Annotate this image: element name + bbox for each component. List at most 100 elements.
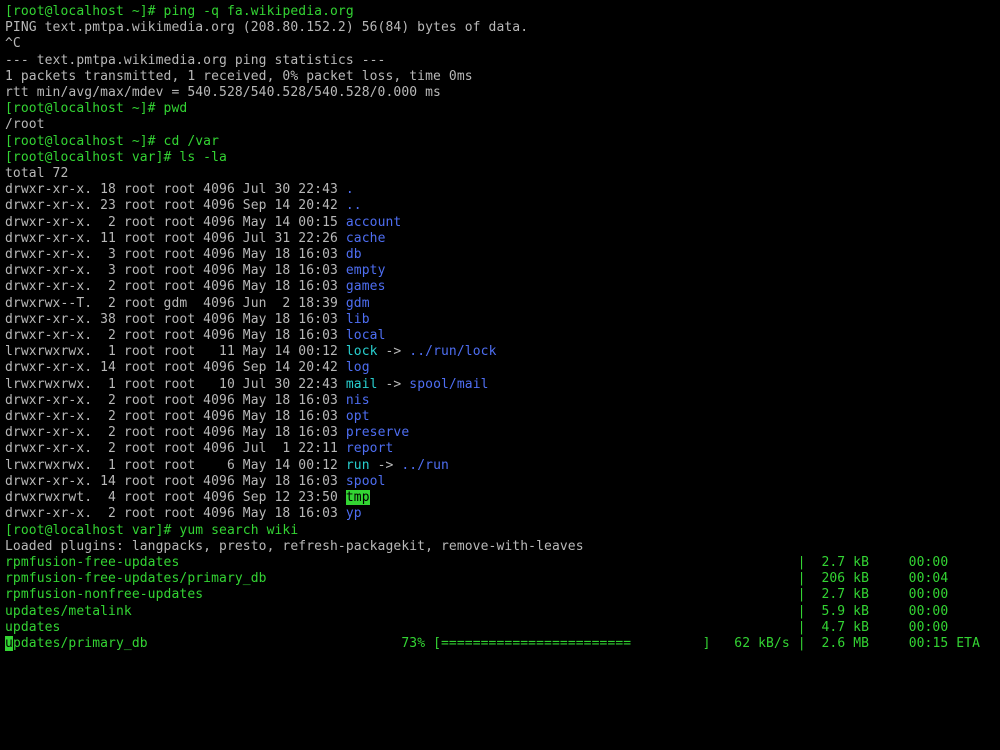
- ls-entry: drwxr-xr-x. 3 root root 4096 May 18 16:0…: [5, 247, 995, 263]
- link-target: ../run: [401, 458, 449, 473]
- ls-meta: drwxr-xr-x. 2 root root 4096 Jul 1 22:11: [5, 441, 346, 456]
- command-line: [root@localhost ~]# cd /var: [5, 134, 995, 150]
- dir-name: games: [346, 279, 386, 294]
- dir-name: log: [346, 360, 370, 375]
- command-line: [root@localhost var]# ls -la: [5, 150, 995, 166]
- dir-name: account: [346, 215, 402, 230]
- ls-entry: drwxr-xr-x. 2 root root 4096 May 18 16:0…: [5, 409, 995, 425]
- ls-meta: drwxr-xr-x. 3 root root 4096 May 18 16:0…: [5, 247, 346, 262]
- dir-name-sticky: tmp: [346, 490, 370, 505]
- ls-entry: drwxr-xr-x. 2 root root 4096 May 18 16:0…: [5, 393, 995, 409]
- cmd-ls[interactable]: ls -la: [179, 150, 227, 165]
- ls-meta: drwxr-xr-x. 2 root root 4096 May 14 00:1…: [5, 215, 346, 230]
- shell-prompt: [root@localhost ~]#: [5, 134, 164, 149]
- link-target: ../run/lock: [409, 344, 496, 359]
- ls-total-line: total 72: [5, 166, 995, 182]
- pwd-output: /root: [5, 117, 45, 132]
- repo-time: 00:00: [909, 620, 949, 635]
- progress-bar: [======================== ]: [433, 636, 726, 651]
- progress-speed: 62 kB/s |: [726, 636, 813, 651]
- ls-meta: drwxr-xr-x. 38 root root 4096 May 18 16:…: [5, 312, 346, 327]
- yum-progress-line: updates/primary_db 73% [================…: [5, 636, 995, 652]
- dir-name: db: [346, 247, 362, 262]
- ping-header: PING text.pmtpa.wikimedia.org (208.80.15…: [5, 20, 528, 35]
- cmd-pwd[interactable]: pwd: [164, 101, 188, 116]
- ping-interrupt: ^C: [5, 36, 21, 51]
- shell-prompt: [root@localhost var]#: [5, 150, 179, 165]
- link-name: run: [346, 458, 370, 473]
- command-line: [root@localhost ~]# pwd: [5, 101, 995, 117]
- ping-stats-1: 1 packets transmitted, 1 received, 0% pa…: [5, 69, 473, 84]
- ls-entry: drwxrwx--T. 2 root gdm 4096 Jun 2 18:39 …: [5, 296, 995, 312]
- ls-meta: drwxrwxrwt. 4 root root 4096 Sep 12 23:5…: [5, 490, 346, 505]
- dir-name: .: [346, 182, 354, 197]
- command-line: [root@localhost var]# yum search wiki: [5, 523, 995, 539]
- ls-meta: drwxr-xr-x. 11 root root 4096 Jul 31 22:…: [5, 231, 346, 246]
- ls-entry: drwxr-xr-x. 3 root root 4096 May 18 16:0…: [5, 263, 995, 279]
- ls-meta: drwxr-xr-x. 2 root root 4096 May 18 16:0…: [5, 409, 346, 424]
- ls-entry: lrwxrwxrwx. 1 root root 6 May 14 00:12 r…: [5, 458, 995, 474]
- yum-repo-line: updates/metalink | 5.9 kB 00:00: [5, 604, 995, 620]
- yum-repo-line: rpmfusion-free-updates/primary_db | 206 …: [5, 571, 995, 587]
- cursor: u: [5, 636, 13, 651]
- cmd-yum[interactable]: yum search wiki: [179, 523, 298, 538]
- ls-meta: lrwxrwxrwx. 1 root root 11 May 14 00:12: [5, 344, 346, 359]
- repo-time: 00:04: [909, 571, 949, 586]
- ls-entry: lrwxrwxrwx. 1 root root 10 Jul 30 22:43 …: [5, 377, 995, 393]
- ls-meta: drwxr-xr-x. 14 root root 4096 May 18 16:…: [5, 474, 346, 489]
- dir-name: ..: [346, 198, 362, 213]
- repo-name: rpmfusion-free-updates/primary_db: [5, 571, 798, 586]
- progress-eta: 00:15 ETA: [909, 636, 980, 651]
- ls-meta: drwxr-xr-x. 14 root root 4096 Sep 14 20:…: [5, 360, 346, 375]
- ls-meta: drwxrwx--T. 2 root gdm 4096 Jun 2 18:39: [5, 296, 346, 311]
- link-target: spool/mail: [409, 377, 488, 392]
- repo-size: | 2.7 kB: [798, 555, 909, 570]
- progress-pct: 73%: [393, 636, 433, 651]
- ls-meta: lrwxrwxrwx. 1 root root 6 May 14 00:12: [5, 458, 346, 473]
- repo-size: | 206 kB: [798, 571, 909, 586]
- ls-entry: drwxr-xr-x. 2 root root 4096 May 18 16:0…: [5, 279, 995, 295]
- command-line: [root@localhost ~]# ping -q fa.wikipedia…: [5, 4, 995, 20]
- cmd-ping[interactable]: ping -q fa.wikipedia.org: [164, 4, 354, 19]
- dir-name: preserve: [346, 425, 409, 440]
- yum-repo-line: rpmfusion-nonfree-updates | 2.7 kB 00:00: [5, 587, 995, 603]
- dir-name: yp: [346, 506, 362, 521]
- ls-entry: drwxr-xr-x. 2 root root 4096 May 18 16:0…: [5, 506, 995, 522]
- repo-size: | 5.9 kB: [798, 604, 909, 619]
- dir-name: cache: [346, 231, 386, 246]
- ls-meta: drwxr-xr-x. 2 root root 4096 May 18 16:0…: [5, 393, 346, 408]
- link-arrow: ->: [378, 377, 410, 392]
- dir-name: gdm: [346, 296, 370, 311]
- ls-entry: drwxr-xr-x. 18 root root 4096 Jul 30 22:…: [5, 182, 995, 198]
- ls-meta: drwxr-xr-x. 18 root root 4096 Jul 30 22:…: [5, 182, 346, 197]
- dir-name: lib: [346, 312, 370, 327]
- ls-entry: drwxr-xr-x. 2 root root 4096 Jul 1 22:11…: [5, 441, 995, 457]
- shell-prompt: [root@localhost ~]#: [5, 4, 164, 19]
- repo-name: updates/metalink: [5, 604, 798, 619]
- yum-plugins: Loaded plugins: langpacks, presto, refre…: [5, 539, 584, 554]
- link-name: lock: [346, 344, 378, 359]
- repo-time: 00:00: [909, 555, 949, 570]
- ls-entry: drwxr-xr-x. 11 root root 4096 Jul 31 22:…: [5, 231, 995, 247]
- ping-stats-title: --- text.pmtpa.wikimedia.org ping statis…: [5, 53, 385, 68]
- dir-name: empty: [346, 263, 386, 278]
- ls-entry: drwxr-xr-x. 2 root root 4096 May 18 16:0…: [5, 425, 995, 441]
- terminal[interactable]: [root@localhost ~]# ping -q fa.wikipedia…: [0, 0, 1000, 750]
- dir-name: local: [346, 328, 386, 343]
- ls-entry: drwxrwxrwt. 4 root root 4096 Sep 12 23:5…: [5, 490, 995, 506]
- ls-total: total 72: [5, 166, 68, 181]
- dir-name: nis: [346, 393, 370, 408]
- progress-name: pdates/primary_db: [13, 636, 393, 651]
- ls-entry: lrwxrwxrwx. 1 root root 11 May 14 00:12 …: [5, 344, 995, 360]
- cmd-cd[interactable]: cd /var: [164, 134, 220, 149]
- repo-name: rpmfusion-free-updates: [5, 555, 798, 570]
- ls-meta: drwxr-xr-x. 2 root root 4096 May 18 16:0…: [5, 506, 346, 521]
- ls-meta: drwxr-xr-x. 2 root root 4096 May 18 16:0…: [5, 425, 346, 440]
- repo-time: 00:00: [909, 587, 949, 602]
- ls-entry: drwxr-xr-x. 2 root root 4096 May 14 00:1…: [5, 215, 995, 231]
- shell-prompt: [root@localhost ~]#: [5, 101, 164, 116]
- ls-entry: drwxr-xr-x. 2 root root 4096 May 18 16:0…: [5, 328, 995, 344]
- link-name: mail: [346, 377, 378, 392]
- ls-entry: drwxr-xr-x. 38 root root 4096 May 18 16:…: [5, 312, 995, 328]
- dir-name: opt: [346, 409, 370, 424]
